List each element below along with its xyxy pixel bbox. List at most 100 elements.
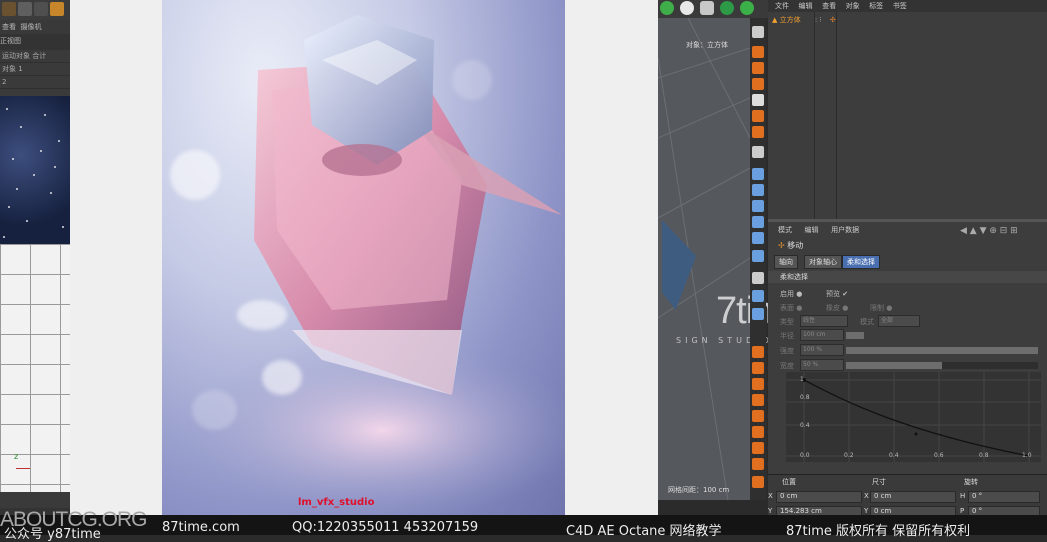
caption-item: QQ:1220355011 453207159 [292,520,479,535]
left-obj-row[interactable]: 运动对象 合计 [0,50,70,63]
menu-file[interactable]: 文件 [775,0,789,12]
soft-select-icon[interactable] [752,346,764,358]
column-divider [836,12,837,222]
menu-tags[interactable]: 标签 [869,0,883,12]
position-y-value: 154.283 cm [780,507,822,515]
size-header: 尺寸 [872,478,886,486]
particle-preview [0,96,70,244]
snap-icon[interactable] [752,146,764,158]
cloner-icon[interactable] [740,1,754,15]
viewport-tool-icon[interactable] [752,26,764,38]
visibility-dots-icon[interactable]: : ⁝ [815,16,822,24]
up-arrow-icon[interactable] [752,442,764,454]
object-manager-menu: 文件 编辑 查看 对象 标签 书签 [768,0,1047,12]
down-arrow-icon[interactable] [752,458,764,470]
b-key-icon[interactable] [752,426,764,438]
select-tool-icon[interactable] [2,2,16,16]
curve-y-tick: 1 [800,376,804,383]
radius-field[interactable]: 100 cm [800,329,844,341]
sphere-icon[interactable] [680,1,694,15]
mode-dropdown[interactable]: 全部 [878,315,920,327]
f-key-icon[interactable] [752,410,764,422]
curve-x-tick: 0.8 [979,452,989,459]
coord-axis-label: X [768,492,773,500]
strength-label: 强度 [780,347,794,355]
rotation-axis-label: P [960,507,965,515]
viewport-object-label: 对象：立方体 [686,41,728,49]
size-y-value: 0 cm [874,507,892,515]
texture-mode-icon[interactable] [752,110,764,122]
menu-user-data[interactable]: 用户数据 [831,224,859,236]
axis-mode-icon[interactable] [752,126,764,138]
axis-x-line [16,468,30,469]
tag-icon[interactable]: ✣ [830,16,836,24]
size-x-value: 0 cm [874,492,892,500]
front-view-grid[interactable] [0,244,70,492]
lod-icon[interactable] [752,308,764,320]
tab-axis[interactable]: 轴向 [774,255,798,269]
falloff-curve-graph[interactable] [786,372,1041,462]
left-view-menu: 查看 摄像机 [0,20,70,34]
preview-label: 预览 ✔ [826,290,849,298]
next-key-icon[interactable] [752,394,764,406]
menu-object[interactable]: 对象 [846,0,860,12]
move-tool-icon[interactable] [50,2,64,16]
curve-x-tick: 1.0 [1022,452,1032,459]
position-header: 位置 [782,478,796,486]
workplane-icon[interactable] [752,168,764,180]
caption-item: 公众号 y87time [4,527,101,542]
nav-arrows-icon[interactable]: ◀ ▲ ▼ ⊕ ⊟ ⊞ [960,226,1018,236]
render-icon[interactable] [660,1,674,15]
caption-item: 87time 版权所有 保留所有权利 [786,524,971,539]
lock-workplane-icon[interactable] [752,184,764,196]
pointer-icon[interactable] [34,2,48,16]
tab-soft-selection[interactable]: 柔和选择 [842,255,880,269]
position-x-value: 0 cm [780,492,798,500]
enable-label: 启用 ● [780,290,803,298]
record-icon[interactable] [752,476,764,488]
menu-mode[interactable]: 模式 [778,224,792,236]
menu-edit[interactable]: 编辑 [805,224,819,236]
viewport-toolbar [658,0,768,18]
left-object-panel: 运动对象 合计 对象 1 2 [0,50,70,96]
attribute-menu: 模式 编辑 用户数据 [768,224,859,236]
left-status-bar [0,492,70,508]
render-region-icon[interactable] [752,290,764,302]
rotation-h-value: 0 ° [972,492,983,500]
live-select-icon[interactable] [752,362,764,374]
sphere-snap-icon[interactable] [752,232,764,244]
width-field[interactable]: 50 % [800,359,844,371]
prev-key-icon[interactable] [752,378,764,390]
planar-icon[interactable] [752,200,764,212]
axis-label: z [14,452,19,461]
points-mode-icon[interactable] [752,46,764,58]
perfume-render-image [162,0,565,515]
restrict-label: 限制 ● [870,304,893,312]
menu-edit[interactable]: 编辑 [799,0,813,12]
width-label: 宽度 [780,362,794,370]
menu-camera[interactable]: 摄像机 [21,20,42,34]
tab-object-axis[interactable]: 对象轴心 [804,255,842,269]
left-obj-row[interactable]: 对象 1 [0,63,70,76]
menu-view[interactable]: 查看 [2,20,16,34]
object-row-cube[interactable]: ▲ 立方体 : ⁝ ✣ [772,14,836,26]
layer-icon[interactable] [752,272,764,284]
radius-slider[interactable] [846,332,864,339]
tweak-icon[interactable] [752,250,764,262]
width-slider-fill [846,362,942,369]
edges-mode-icon[interactable] [752,62,764,74]
solo-icon[interactable] [752,216,764,228]
polygons-mode-icon[interactable] [752,78,764,90]
caption-item: 87time.com [162,520,240,535]
deformer-icon[interactable] [700,1,714,15]
left-obj-row[interactable]: 2 [0,76,70,89]
cursor-tool-icon[interactable] [18,2,32,16]
section-label: 柔和选择 [780,273,808,281]
type-dropdown[interactable]: 线性 [800,315,848,327]
object-mode-icon[interactable] [752,94,764,106]
menu-view[interactable]: 查看 [822,0,836,12]
menu-bookmarks[interactable]: 书签 [893,0,907,12]
strength-field[interactable]: 100 % [800,344,844,356]
studio-watermark: lm_vfx_studio [298,497,375,508]
generator-icon[interactable] [720,1,734,15]
